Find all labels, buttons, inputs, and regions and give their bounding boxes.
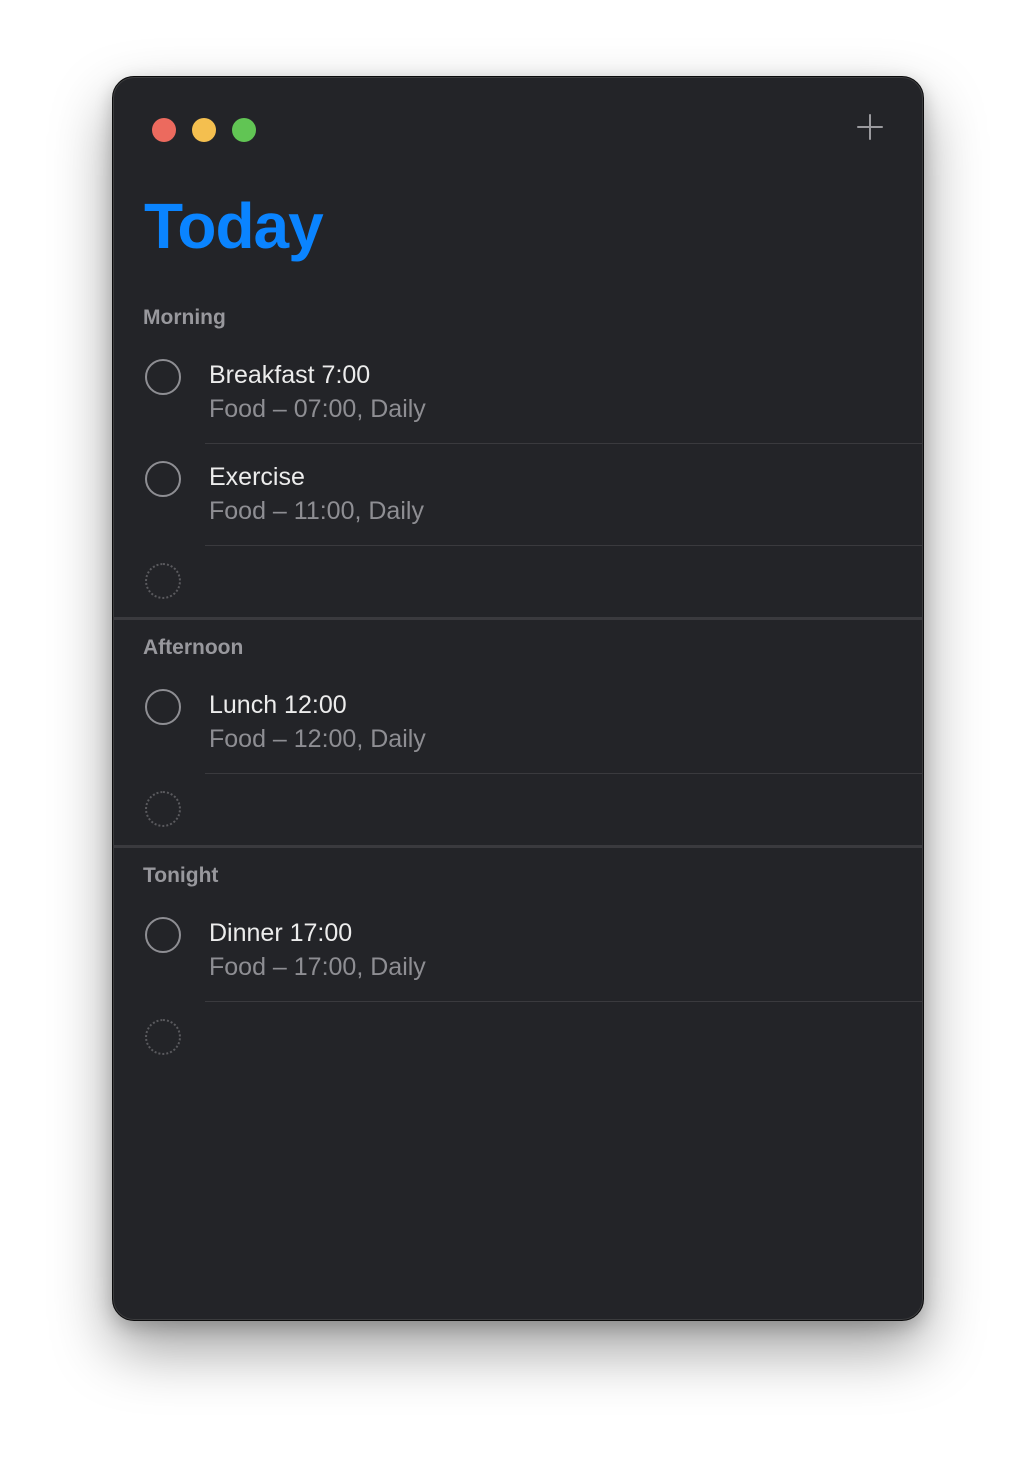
- divider: [205, 1001, 923, 1002]
- traffic-lights: [152, 118, 256, 142]
- page-title: Today: [144, 190, 324, 262]
- item-subtitle: Food – 12:00, Daily: [209, 725, 426, 753]
- item-title[interactable]: Breakfast 7:00: [209, 361, 370, 390]
- divider: [205, 443, 923, 444]
- item-subtitle: Food – 07:00, Daily: [209, 395, 426, 423]
- new-item-placeholder-icon[interactable]: [145, 1019, 181, 1055]
- section-header-tonight: Tonight: [143, 864, 219, 887]
- section-header-morning: Morning: [143, 306, 226, 329]
- section-divider: [113, 617, 923, 620]
- list-item[interactable]: Dinner 17:00 Food – 17:00, Daily: [113, 917, 923, 1019]
- checkbox-circle-icon[interactable]: [145, 461, 181, 497]
- new-item-placeholder-icon[interactable]: [145, 563, 181, 599]
- item-title[interactable]: Dinner 17:00: [209, 919, 352, 948]
- new-item-placeholder-icon[interactable]: [145, 791, 181, 827]
- divider: [205, 545, 923, 546]
- section-divider: [113, 845, 923, 848]
- list-item[interactable]: Lunch 12:00 Food – 12:00, Daily: [113, 689, 923, 791]
- minimize-button[interactable]: [192, 118, 216, 142]
- zoom-button[interactable]: [232, 118, 256, 142]
- list-item[interactable]: Breakfast 7:00 Food – 07:00, Daily: [113, 359, 923, 461]
- item-title[interactable]: Exercise: [209, 463, 305, 492]
- list-item[interactable]: Exercise Food – 11:00, Daily: [113, 461, 923, 563]
- reminders-window: Today Morning Breakfast 7:00 Food – 07:0…: [112, 76, 924, 1321]
- section-header-afternoon: Afternoon: [143, 636, 244, 659]
- item-title[interactable]: Lunch 12:00: [209, 691, 347, 720]
- item-subtitle: Food – 17:00, Daily: [209, 953, 426, 981]
- plus-icon[interactable]: [855, 112, 885, 142]
- checkbox-circle-icon[interactable]: [145, 689, 181, 725]
- item-subtitle: Food – 11:00, Daily: [209, 497, 424, 525]
- divider: [205, 773, 923, 774]
- checkbox-circle-icon[interactable]: [145, 359, 181, 395]
- checkbox-circle-icon[interactable]: [145, 917, 181, 953]
- close-button[interactable]: [152, 118, 176, 142]
